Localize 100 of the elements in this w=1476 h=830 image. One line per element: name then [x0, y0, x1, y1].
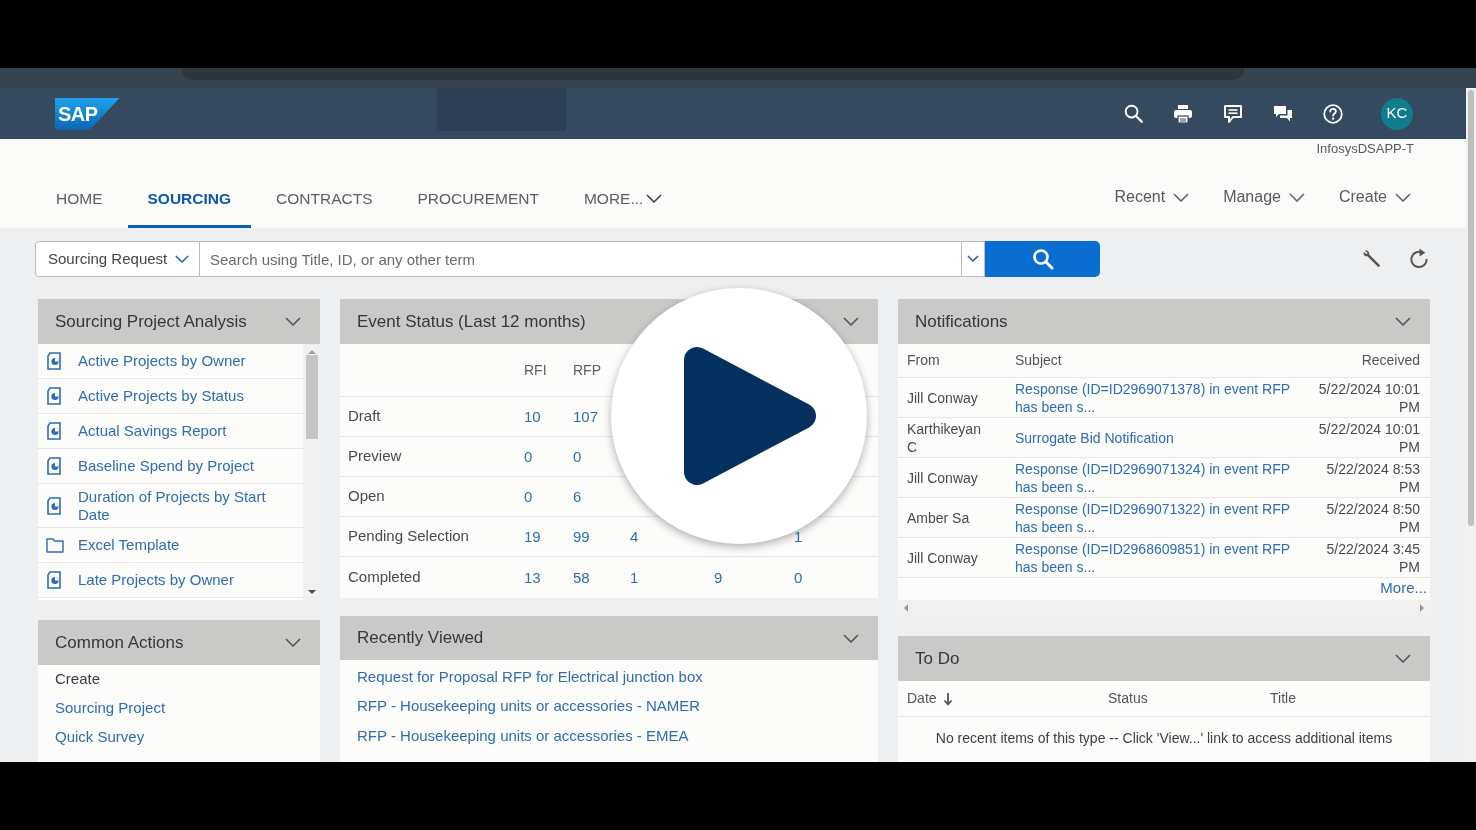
report-link[interactable]: Active Projects by Status — [78, 387, 244, 405]
report-link[interactable]: Duration of Projects by Start Date — [78, 487, 300, 524]
action-link[interactable]: Quick Survey — [55, 723, 145, 752]
scrollbar[interactable] — [303, 344, 320, 600]
nav-tab[interactable]: CONTRACTS — [256, 172, 393, 228]
column-header: Received — [1361, 351, 1420, 370]
sender-name: Jill Conway — [907, 388, 979, 407]
panel-title: Notifications — [915, 310, 1008, 333]
play-icon — [683, 346, 817, 486]
search-field[interactable]: Search using Title, ID, or any other term — [200, 241, 961, 277]
count-link[interactable]: 0 — [794, 568, 803, 586]
recent-item-link[interactable]: RFP - Housekeeping units or accessories - NAMER — [357, 691, 701, 721]
row-label: Open — [348, 486, 385, 507]
notification-link[interactable]: Response (ID=ID2969071322) in event RFP has been s... — [1015, 499, 1303, 536]
scrollbar[interactable] — [1466, 88, 1476, 762]
column-header[interactable]: Status — [1108, 688, 1148, 709]
count-link[interactable]: 19 — [524, 528, 541, 545]
column-header: From — [907, 351, 940, 370]
count-link[interactable]: 0 — [524, 448, 533, 465]
count-link[interactable]: 6 — [573, 488, 582, 505]
nav-tab[interactable]: PROCUREMENT — [397, 172, 559, 228]
menu-button[interactable]: Manage — [1223, 185, 1305, 209]
recent-item-link[interactable]: RFP - Housekeeping units or accessories - EMEA — [357, 721, 689, 751]
chevron-down-icon — [1395, 317, 1411, 326]
more-link[interactable]: More... — [1380, 576, 1427, 600]
search-submit-button[interactable] — [985, 241, 1100, 277]
count-link[interactable]: 4 — [630, 528, 639, 545]
user-avatar[interactable]: KC — [1381, 97, 1413, 130]
row-label: Preview — [348, 446, 402, 467]
report-link[interactable]: Excel Template — [78, 536, 180, 554]
report-link[interactable]: Actual Savings Report — [78, 422, 227, 440]
chevron-down-icon — [646, 194, 663, 203]
row-label: Pending Selection — [348, 526, 469, 547]
chevron-down-icon — [843, 317, 859, 326]
panel-header[interactable]: Sourcing Project Analysis — [38, 299, 320, 344]
report-link[interactable]: Baseline Spend by Project — [78, 457, 254, 475]
report-link[interactable]: Late Projects by Owner — [78, 571, 234, 589]
received-time: 5/22/2024 10:01 PM — [1317, 419, 1420, 456]
panel-header[interactable]: Common Actions — [38, 620, 320, 665]
help-icon — [1323, 103, 1343, 124]
report-icon — [46, 457, 62, 475]
recent-item-link[interactable]: Request for Proposal RFP for Electrical junction box — [357, 662, 703, 692]
panel-header[interactable]: Recently Viewed — [340, 616, 878, 660]
panel-title: Recently Viewed — [357, 627, 484, 650]
panel-title: Sourcing Project Analysis — [55, 310, 247, 333]
count-link[interactable]: 58 — [573, 568, 590, 586]
received-time: 5/22/2024 3:45 PM — [1325, 539, 1420, 576]
search-button[interactable] — [1122, 102, 1144, 125]
column-header[interactable]: Date — [907, 688, 937, 709]
received-time: 5/22/2024 8:53 PM — [1325, 459, 1420, 496]
count-link[interactable]: 1 — [794, 528, 803, 545]
panel-header[interactable]: To Do — [898, 636, 1430, 681]
printer-icon — [1173, 103, 1193, 124]
count-link[interactable]: 0 — [573, 448, 582, 465]
notification-link[interactable]: Surrogate Bid Notification — [1015, 428, 1303, 447]
count-link[interactable]: 1 — [630, 568, 639, 586]
menu-button[interactable]: Recent — [1114, 185, 1190, 209]
sender-name: Amber Sa — [907, 508, 971, 527]
sender-name: Jill Conway — [907, 468, 979, 487]
count-link[interactable]: 99 — [573, 528, 590, 545]
chevron-down-icon — [1173, 192, 1190, 202]
chevron-down-icon — [285, 317, 301, 326]
chevron-down-icon — [175, 255, 189, 263]
tenant-name: InfosysDSAPP-T — [1316, 141, 1414, 158]
chevron-down-icon — [967, 255, 979, 263]
sender-name: Karthikeyan C — [907, 419, 982, 456]
section-label: Create — [55, 669, 101, 690]
chevron-down-icon — [843, 633, 859, 643]
refresh-icon — [1408, 247, 1430, 271]
action-link[interactable]: Sourcing Project — [55, 694, 166, 723]
count-link[interactable]: 107 — [573, 408, 599, 425]
search-icon — [1123, 104, 1143, 123]
count-link[interactable]: 0 — [524, 488, 533, 505]
count-link[interactable]: 10 — [524, 408, 541, 425]
panel-header[interactable]: Notifications — [898, 299, 1430, 344]
panel-title: To Do — [915, 647, 960, 670]
chevron-down-icon — [1288, 192, 1305, 202]
report-icon — [46, 571, 62, 589]
empty-message: No recent items of this type -- Click 'View...' link to access additional items — [935, 728, 1393, 748]
nav-tab[interactable]: SOURCING — [127, 172, 252, 228]
report-link[interactable]: Active Projects by Owner — [78, 352, 246, 370]
count-link[interactable]: 13 — [524, 568, 541, 586]
wrench-icon — [1361, 248, 1383, 270]
row-label: Completed — [348, 566, 421, 587]
column-header: Subject — [1015, 351, 1062, 370]
folder-icon — [46, 537, 64, 553]
notification-link[interactable]: Response (ID=ID2968609851) in event RFP has been s... — [1015, 539, 1303, 576]
search-scope-dropdown[interactable]: Sourcing Request — [35, 241, 200, 277]
sender-name: Jill Conway — [907, 548, 979, 567]
help-button[interactable] — [1322, 102, 1344, 125]
column-header[interactable]: Title — [1270, 688, 1296, 709]
feedback-button[interactable] — [1222, 102, 1244, 125]
count-link[interactable]: 9 — [714, 568, 723, 586]
print-button[interactable] — [1172, 102, 1194, 125]
notification-link[interactable]: Response (ID=ID2969071324) in event RFP has been s... — [1015, 459, 1303, 496]
notification-link[interactable]: Response (ID=ID2969071378) in event RFP has been s... — [1015, 379, 1303, 416]
menu-button[interactable]: Create — [1338, 185, 1411, 209]
nav-tab[interactable]: HOME — [36, 172, 123, 228]
search-icon — [1031, 248, 1054, 270]
nav-tab[interactable]: MORE... — [563, 172, 683, 228]
